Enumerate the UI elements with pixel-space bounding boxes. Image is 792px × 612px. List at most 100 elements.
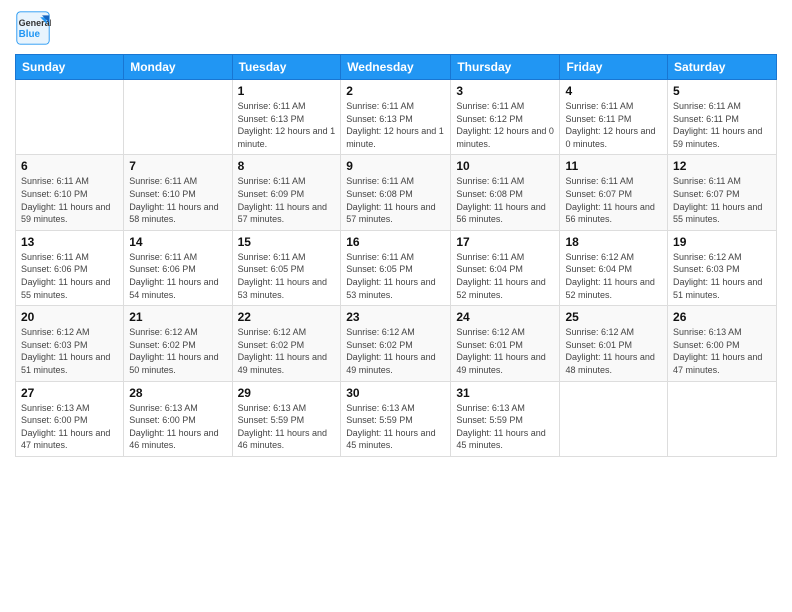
day-number: 18	[565, 235, 662, 249]
day-info: Sunrise: 6:12 AMSunset: 6:02 PMDaylight:…	[129, 326, 226, 376]
day-info: Sunrise: 6:11 AMSunset: 6:06 PMDaylight:…	[129, 251, 226, 301]
calendar-cell: 5 Sunrise: 6:11 AMSunset: 6:11 PMDaylight…	[668, 80, 777, 155]
week-row-5: 27 Sunrise: 6:13 AMSunset: 6:00 PMDayligh…	[16, 381, 777, 456]
calendar-cell: 12 Sunrise: 6:11 AMSunset: 6:07 PMDayligh…	[668, 155, 777, 230]
calendar-cell: 10 Sunrise: 6:11 AMSunset: 6:08 PMDayligh…	[451, 155, 560, 230]
day-info: Sunrise: 6:12 AMSunset: 6:01 PMDaylight:…	[456, 326, 554, 376]
day-info: Sunrise: 6:11 AMSunset: 6:09 PMDaylight:…	[238, 175, 336, 225]
day-number: 31	[456, 386, 554, 400]
calendar-cell: 24 Sunrise: 6:12 AMSunset: 6:01 PMDayligh…	[451, 306, 560, 381]
calendar-cell	[16, 80, 124, 155]
calendar-cell: 30Sunrise: 6:13 AMSunset: 5:59 PMDayligh…	[341, 381, 451, 456]
weekday-header-sunday: Sunday	[16, 55, 124, 80]
weekday-header-wednesday: Wednesday	[341, 55, 451, 80]
calendar-cell: 18 Sunrise: 6:12 AMSunset: 6:04 PMDayligh…	[560, 230, 668, 305]
day-info: Sunrise: 6:11 AMSunset: 6:05 PMDaylight:…	[238, 251, 336, 301]
weekday-header-thursday: Thursday	[451, 55, 560, 80]
day-number: 13	[21, 235, 118, 249]
week-row-3: 13 Sunrise: 6:11 AMSunset: 6:06 PMDayligh…	[16, 230, 777, 305]
day-info: Sunrise: 6:13 AMSunset: 6:00 PMDaylight:…	[673, 326, 771, 376]
calendar-cell: 29Sunrise: 6:13 AMSunset: 5:59 PMDayligh…	[232, 381, 341, 456]
calendar-cell: 16Sunrise: 6:11 AMSunset: 6:05 PMDayligh…	[341, 230, 451, 305]
day-number: 16	[346, 235, 445, 249]
day-info: Sunrise: 6:11 AMSunset: 6:11 PMDaylight:…	[673, 100, 771, 150]
weekday-header-tuesday: Tuesday	[232, 55, 341, 80]
calendar-cell: 9Sunrise: 6:11 AMSunset: 6:08 PMDaylight…	[341, 155, 451, 230]
day-number: 24	[456, 310, 554, 324]
day-info: Sunrise: 6:11 AMSunset: 6:12 PMDaylight:…	[456, 100, 554, 150]
week-row-4: 20Sunrise: 6:12 AMSunset: 6:03 PMDayligh…	[16, 306, 777, 381]
calendar-cell: 19 Sunrise: 6:12 AMSunset: 6:03 PMDayligh…	[668, 230, 777, 305]
calendar-cell: 14 Sunrise: 6:11 AMSunset: 6:06 PMDayligh…	[124, 230, 232, 305]
calendar-cell: 8 Sunrise: 6:11 AMSunset: 6:09 PMDaylight…	[232, 155, 341, 230]
day-info: Sunrise: 6:13 AMSunset: 5:59 PMDaylight:…	[456, 402, 554, 452]
day-number: 14	[129, 235, 226, 249]
day-number: 5	[673, 84, 771, 98]
day-number: 2	[346, 84, 445, 98]
day-number: 22	[238, 310, 336, 324]
calendar-cell: 17 Sunrise: 6:11 AMSunset: 6:04 PMDayligh…	[451, 230, 560, 305]
svg-text:Blue: Blue	[19, 29, 41, 40]
day-number: 21	[129, 310, 226, 324]
day-number: 10	[456, 159, 554, 173]
calendar-cell: 27 Sunrise: 6:13 AMSunset: 6:00 PMDayligh…	[16, 381, 124, 456]
calendar-cell: 20Sunrise: 6:12 AMSunset: 6:03 PMDayligh…	[16, 306, 124, 381]
header: General Blue	[15, 10, 777, 46]
calendar-cell: 6 Sunrise: 6:11 AMSunset: 6:10 PMDaylight…	[16, 155, 124, 230]
calendar-cell: 21 Sunrise: 6:12 AMSunset: 6:02 PMDayligh…	[124, 306, 232, 381]
day-number: 4	[565, 84, 662, 98]
day-info: Sunrise: 6:12 AMSunset: 6:04 PMDaylight:…	[565, 251, 662, 301]
calendar-cell: 26 Sunrise: 6:13 AMSunset: 6:00 PMDayligh…	[668, 306, 777, 381]
day-number: 19	[673, 235, 771, 249]
calendar-cell: 25Sunrise: 6:12 AMSunset: 6:01 PMDayligh…	[560, 306, 668, 381]
day-info: Sunrise: 6:12 AMSunset: 6:01 PMDaylight:…	[565, 326, 662, 376]
day-number: 11	[565, 159, 662, 173]
day-info: Sunrise: 6:11 AMSunset: 6:13 PMDaylight:…	[238, 100, 336, 150]
day-info: Sunrise: 6:11 AMSunset: 6:04 PMDaylight:…	[456, 251, 554, 301]
day-number: 26	[673, 310, 771, 324]
day-info: Sunrise: 6:12 AMSunset: 6:02 PMDaylight:…	[346, 326, 445, 376]
weekday-header-saturday: Saturday	[668, 55, 777, 80]
day-number: 28	[129, 386, 226, 400]
day-number: 8	[238, 159, 336, 173]
day-number: 3	[456, 84, 554, 98]
calendar-cell: 4 Sunrise: 6:11 AMSunset: 6:11 PMDaylight…	[560, 80, 668, 155]
day-info: Sunrise: 6:12 AMSunset: 6:03 PMDaylight:…	[673, 251, 771, 301]
day-info: Sunrise: 6:11 AMSunset: 6:06 PMDaylight:…	[21, 251, 118, 301]
calendar-cell	[560, 381, 668, 456]
week-row-2: 6 Sunrise: 6:11 AMSunset: 6:10 PMDaylight…	[16, 155, 777, 230]
day-number: 29	[238, 386, 336, 400]
calendar-cell: 31 Sunrise: 6:13 AMSunset: 5:59 PMDayligh…	[451, 381, 560, 456]
calendar-table: SundayMondayTuesdayWednesdayThursdayFrid…	[15, 54, 777, 457]
calendar-cell: 15 Sunrise: 6:11 AMSunset: 6:05 PMDayligh…	[232, 230, 341, 305]
day-info: Sunrise: 6:11 AMSunset: 6:11 PMDaylight:…	[565, 100, 662, 150]
day-info: Sunrise: 6:11 AMSunset: 6:08 PMDaylight:…	[456, 175, 554, 225]
calendar-cell: 7 Sunrise: 6:11 AMSunset: 6:10 PMDaylight…	[124, 155, 232, 230]
logo-icon: General Blue	[15, 10, 51, 46]
week-row-1: 1Sunrise: 6:11 AMSunset: 6:13 PMDaylight…	[16, 80, 777, 155]
day-number: 9	[346, 159, 445, 173]
day-number: 27	[21, 386, 118, 400]
calendar-cell	[668, 381, 777, 456]
day-info: Sunrise: 6:13 AMSunset: 6:00 PMDaylight:…	[129, 402, 226, 452]
day-number: 7	[129, 159, 226, 173]
day-info: Sunrise: 6:11 AMSunset: 6:07 PMDaylight:…	[565, 175, 662, 225]
calendar-cell: 1Sunrise: 6:11 AMSunset: 6:13 PMDaylight…	[232, 80, 341, 155]
day-number: 15	[238, 235, 336, 249]
day-number: 20	[21, 310, 118, 324]
calendar-cell: 22 Sunrise: 6:12 AMSunset: 6:02 PMDayligh…	[232, 306, 341, 381]
day-info: Sunrise: 6:11 AMSunset: 6:10 PMDaylight:…	[129, 175, 226, 225]
day-info: Sunrise: 6:11 AMSunset: 6:13 PMDaylight:…	[346, 100, 445, 150]
day-info: Sunrise: 6:11 AMSunset: 6:10 PMDaylight:…	[21, 175, 118, 225]
day-number: 12	[673, 159, 771, 173]
day-number: 30	[346, 386, 445, 400]
calendar-cell: 2 Sunrise: 6:11 AMSunset: 6:13 PMDaylight…	[341, 80, 451, 155]
day-number: 6	[21, 159, 118, 173]
calendar-cell: 28 Sunrise: 6:13 AMSunset: 6:00 PMDayligh…	[124, 381, 232, 456]
calendar-cell: 11 Sunrise: 6:11 AMSunset: 6:07 PMDayligh…	[560, 155, 668, 230]
day-info: Sunrise: 6:12 AMSunset: 6:02 PMDaylight:…	[238, 326, 336, 376]
day-info: Sunrise: 6:13 AMSunset: 6:00 PMDaylight:…	[21, 402, 118, 452]
day-number: 17	[456, 235, 554, 249]
day-info: Sunrise: 6:11 AMSunset: 6:07 PMDaylight:…	[673, 175, 771, 225]
calendar-cell: 23Sunrise: 6:12 AMSunset: 6:02 PMDayligh…	[341, 306, 451, 381]
